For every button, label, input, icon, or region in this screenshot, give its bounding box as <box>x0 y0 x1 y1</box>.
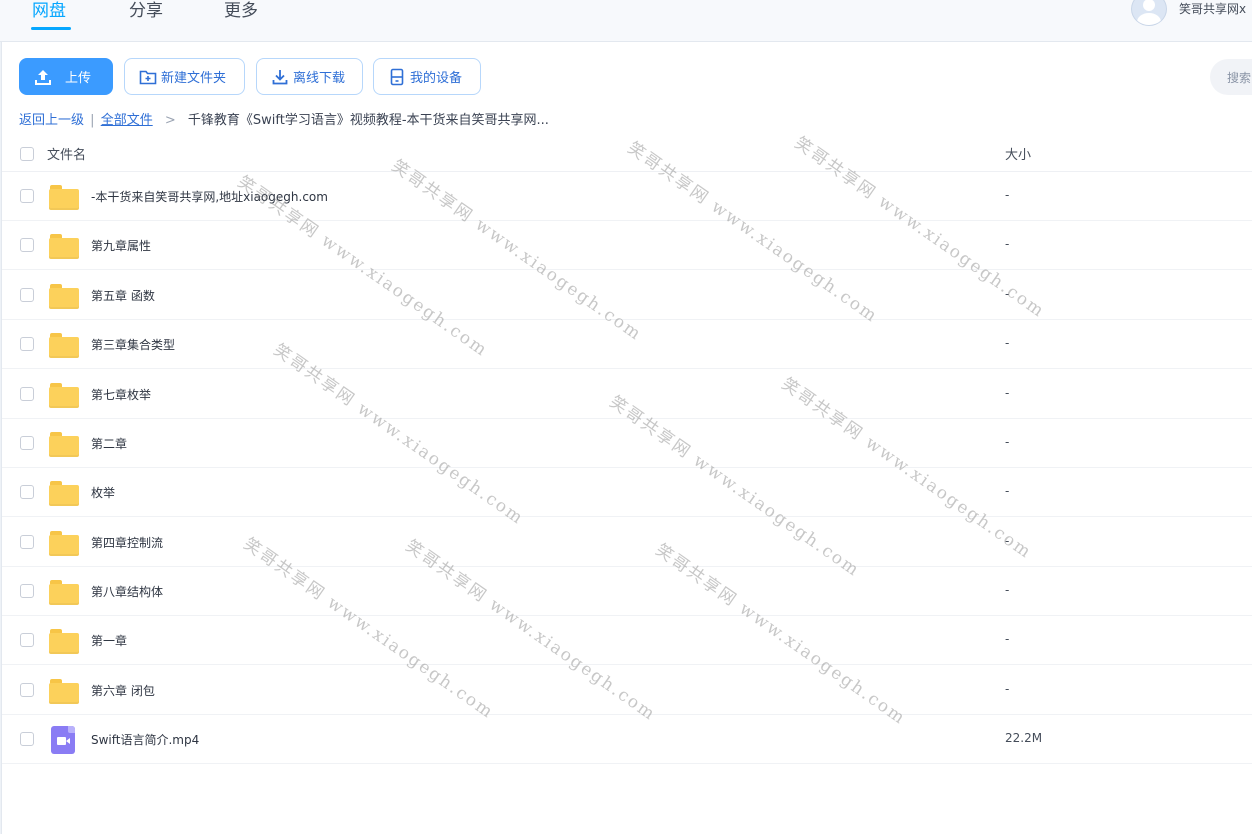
folder-icon <box>49 677 79 704</box>
file-row[interactable]: 第六章 闭包 - <box>2 666 1252 715</box>
folder-icon <box>49 183 79 210</box>
search-input[interactable]: 搜索 <box>1210 59 1252 95</box>
file-size: - <box>1005 534 1010 548</box>
nav-active-indicator <box>31 27 71 30</box>
select-all-checkbox[interactable] <box>20 147 34 161</box>
user-avatar[interactable] <box>1131 0 1167 26</box>
file-size: - <box>1005 386 1010 400</box>
breadcrumb-divider: | <box>90 113 95 128</box>
row-checkbox[interactable] <box>20 436 34 450</box>
file-row[interactable]: 第四章控制流 - <box>2 518 1252 567</box>
nav-tab-netdisk[interactable]: 网盘 <box>32 0 66 21</box>
row-checkbox[interactable] <box>20 238 34 252</box>
top-nav-bar: 网盘 分享 更多 笑哥共享网x <box>0 0 1252 42</box>
username[interactable]: 笑哥共享网x <box>1179 0 1246 17</box>
file-name[interactable]: 第五章 函数 <box>91 287 155 304</box>
file-row[interactable]: 第七章枚举 - <box>2 370 1252 419</box>
folder-icon <box>49 578 79 605</box>
file-row[interactable]: 第八章结构体 - <box>2 567 1252 616</box>
folder-icon <box>49 232 79 259</box>
row-checkbox[interactable] <box>20 288 34 302</box>
new-folder-button[interactable]: 新建文件夹 <box>124 58 245 95</box>
breadcrumb-current-folder: 千锋教育《Swift学习语言》视频教程-本干货来自笑哥共享网... <box>187 113 549 128</box>
folder-icon <box>49 627 79 654</box>
new-folder-icon <box>139 68 157 86</box>
file-row[interactable]: 第九章属性 - <box>2 221 1252 270</box>
file-name[interactable]: -本干货来自笑哥共享网,地址xiaogegh.com <box>91 188 328 205</box>
file-row[interactable]: 第三章集合类型 - <box>2 320 1252 369</box>
file-name[interactable]: 第一章 <box>91 632 127 649</box>
new-folder-label: 新建文件夹 <box>161 71 227 86</box>
row-checkbox[interactable] <box>20 732 34 746</box>
row-checkbox[interactable] <box>20 485 34 499</box>
nav-tab-more[interactable]: 更多 <box>224 0 258 21</box>
column-header-size[interactable]: 大小 <box>1005 144 1031 163</box>
upload-label: 上传 <box>65 71 92 86</box>
row-checkbox[interactable] <box>20 535 34 549</box>
file-name[interactable]: 第三章集合类型 <box>91 336 175 353</box>
my-devices-label: 我的设备 <box>410 71 463 86</box>
video-file-icon <box>49 726 79 754</box>
file-name[interactable]: 第六章 闭包 <box>91 682 155 699</box>
breadcrumb-separator: > <box>164 113 176 128</box>
file-size: - <box>1005 287 1010 301</box>
folder-icon <box>49 430 79 457</box>
folder-icon <box>49 529 79 556</box>
row-checkbox[interactable] <box>20 189 34 203</box>
nav-tab-share[interactable]: 分享 <box>129 0 163 21</box>
file-name[interactable]: 第二章 <box>91 435 127 452</box>
file-name[interactable]: 枚举 <box>91 484 115 501</box>
file-name[interactable]: 第四章控制流 <box>91 534 163 551</box>
file-row[interactable]: -本干货来自笑哥共享网,地址xiaogegh.com - <box>2 172 1252 221</box>
row-checkbox[interactable] <box>20 633 34 647</box>
file-size: - <box>1005 632 1010 646</box>
breadcrumb-back-link[interactable]: 返回上一级 <box>19 113 84 128</box>
file-row[interactable]: Swift语言简介.mp4 22.2M <box>2 715 1252 764</box>
offline-download-label: 离线下载 <box>293 71 346 86</box>
file-size: - <box>1005 682 1010 696</box>
breadcrumb: 返回上一级 | 全部文件 > 千锋教育《Swift学习语言》视频教程-本干货来自… <box>19 109 549 128</box>
file-name[interactable]: 第七章枚举 <box>91 386 151 403</box>
file-size: - <box>1005 435 1010 449</box>
upload-button[interactable]: 上传 <box>19 58 113 95</box>
offline-download-button[interactable]: 离线下载 <box>256 58 363 95</box>
file-size: - <box>1005 237 1010 251</box>
file-row[interactable]: 第一章 - <box>2 616 1252 665</box>
folder-icon <box>49 381 79 408</box>
folder-icon <box>49 282 79 309</box>
file-size: - <box>1005 583 1010 597</box>
file-size: - <box>1005 484 1010 498</box>
file-size: - <box>1005 336 1010 350</box>
column-header-name[interactable]: 文件名 <box>47 144 86 163</box>
file-browser-panel: 上传 新建文件夹 离线下载 我的设备 搜索 返回上一级 | 全部文件 > 千锋教… <box>1 42 1252 834</box>
device-icon <box>388 68 406 86</box>
file-size: - <box>1005 188 1010 202</box>
folder-icon <box>49 479 79 506</box>
row-checkbox[interactable] <box>20 387 34 401</box>
my-devices-button[interactable]: 我的设备 <box>373 58 481 95</box>
download-icon <box>271 68 289 86</box>
file-table-header: 文件名 大小 <box>2 138 1252 172</box>
breadcrumb-all-files-link[interactable]: 全部文件 <box>101 113 153 128</box>
row-checkbox[interactable] <box>20 584 34 598</box>
file-row[interactable]: 第二章 - <box>2 419 1252 468</box>
file-name[interactable]: 第八章结构体 <box>91 583 163 600</box>
file-row[interactable]: 枚举 - <box>2 468 1252 517</box>
file-row[interactable]: 第五章 函数 - <box>2 271 1252 320</box>
file-name[interactable]: 第九章属性 <box>91 237 151 254</box>
row-checkbox[interactable] <box>20 337 34 351</box>
row-checkbox[interactable] <box>20 683 34 697</box>
file-name[interactable]: Swift语言简介.mp4 <box>91 731 199 748</box>
file-size: 22.2M <box>1005 731 1043 745</box>
folder-icon <box>49 331 79 358</box>
upload-icon <box>34 68 52 86</box>
